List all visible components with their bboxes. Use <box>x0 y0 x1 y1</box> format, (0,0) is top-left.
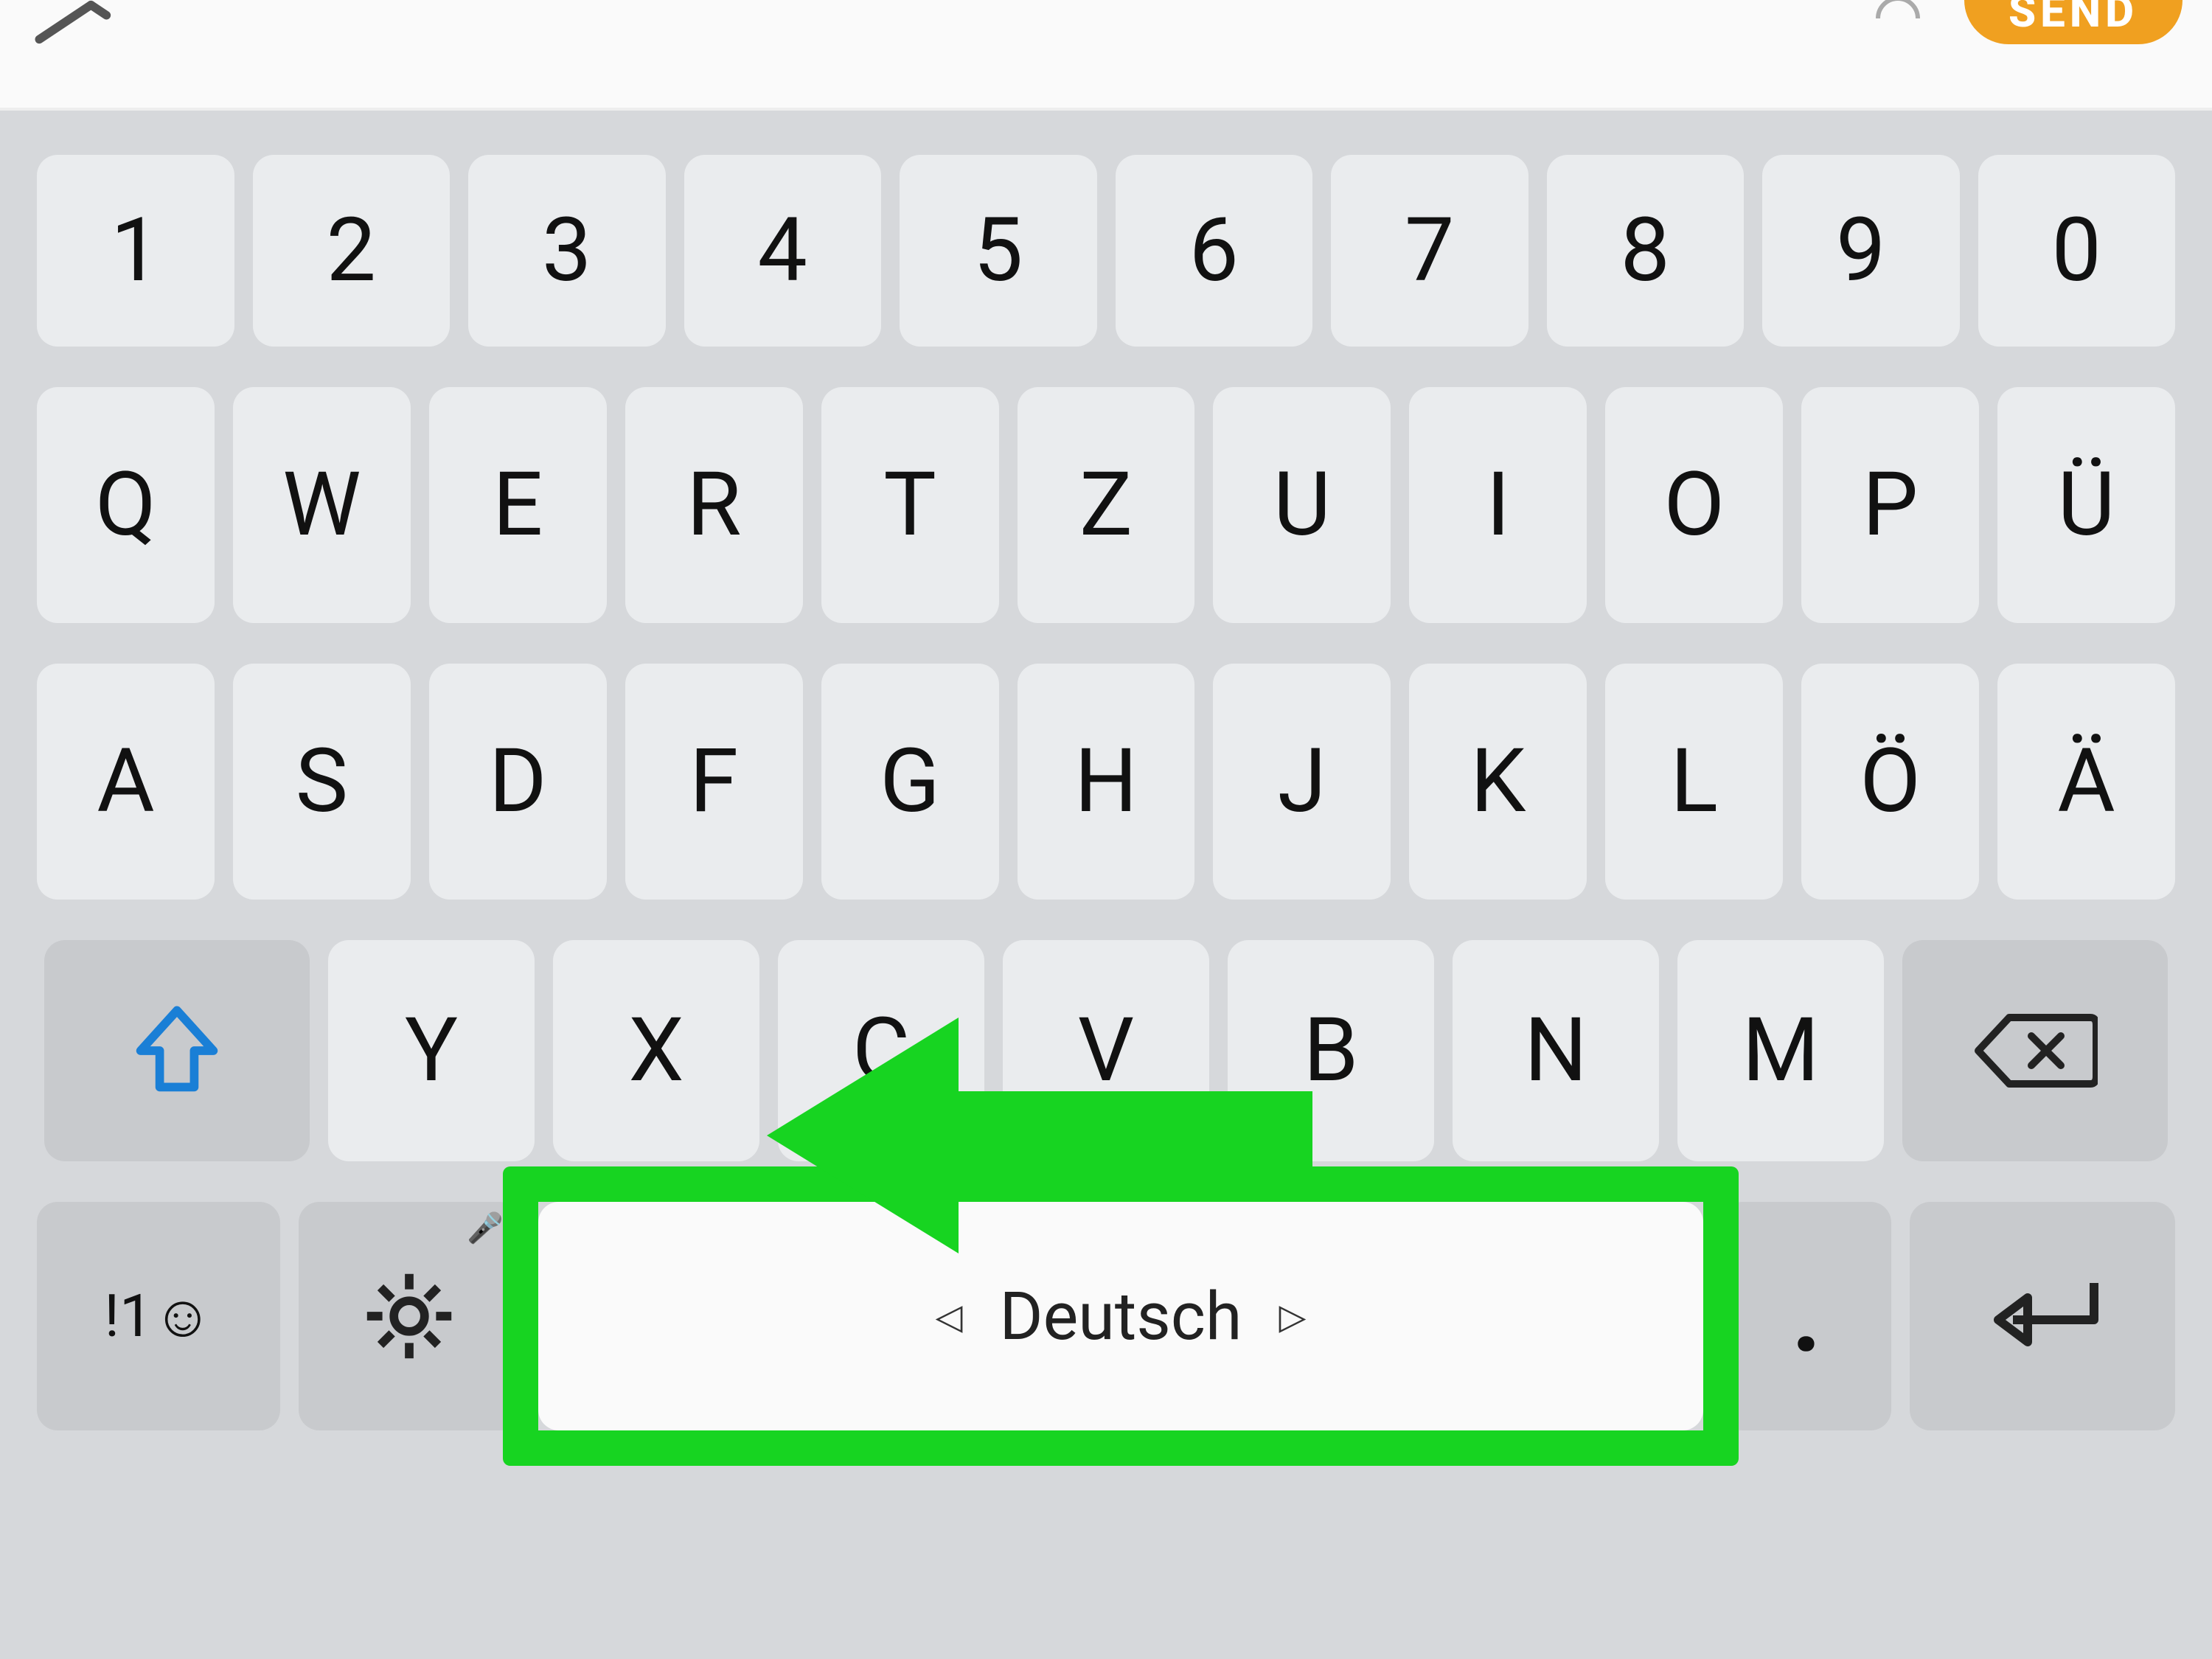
key-5[interactable]: 5 <box>900 155 1097 347</box>
compose-icon[interactable] <box>29 0 118 44</box>
backspace-key[interactable] <box>1902 940 2168 1161</box>
shift-icon <box>129 1003 225 1099</box>
language-next-icon: ▷ <box>1279 1295 1306 1338</box>
key-y[interactable]: Y <box>328 940 535 1161</box>
key-z[interactable]: Z <box>1018 387 1195 623</box>
key-o[interactable]: O <box>1605 387 1783 623</box>
keyboard-row-bottom: !1☺ 🎤 <box>37 1202 2175 1430</box>
send-label: SEND <box>2008 0 2138 38</box>
key-u[interactable]: U <box>1213 387 1391 623</box>
key-k[interactable]: K <box>1409 664 1587 900</box>
send-button[interactable]: SEND <box>1964 0 2183 44</box>
key-a[interactable]: A <box>37 664 215 900</box>
key-j[interactable]: J <box>1213 664 1391 900</box>
compose-bar: SEND <box>0 0 2212 111</box>
key-b[interactable]: B <box>1228 940 1434 1161</box>
key-p[interactable]: P <box>1801 387 1979 623</box>
key-c[interactable]: C <box>778 940 984 1161</box>
symbols-toggle-key[interactable]: !1☺ <box>37 1202 280 1430</box>
key-t[interactable]: T <box>821 387 999 623</box>
key-g[interactable]: G <box>821 664 999 900</box>
key-ue[interactable]: Ü <box>1997 387 2175 623</box>
key-7[interactable]: 7 <box>1331 155 1528 347</box>
backspace-icon <box>1972 1010 2098 1091</box>
gear-icon <box>361 1268 457 1364</box>
key-3[interactable]: 3 <box>468 155 666 347</box>
key-0[interactable]: 0 <box>1978 155 2176 347</box>
key-1[interactable]: 1 <box>37 155 234 347</box>
key-9[interactable]: 9 <box>1762 155 1960 347</box>
enter-icon <box>1976 1268 2109 1364</box>
shift-key[interactable] <box>44 940 310 1161</box>
key-v[interactable]: V <box>1003 940 1209 1161</box>
keyboard-row-lower: Y X C V B N M <box>37 940 2175 1161</box>
key-r[interactable]: R <box>625 387 803 623</box>
key-w[interactable]: W <box>233 387 411 623</box>
key-d[interactable]: D <box>429 664 607 900</box>
emoji-icon[interactable] <box>1861 0 1935 37</box>
key-2[interactable]: 2 <box>253 155 451 347</box>
mic-icon: 🎤 <box>467 1211 504 1245</box>
key-4[interactable]: 4 <box>684 155 882 347</box>
key-q[interactable]: Q <box>37 387 215 623</box>
key-m[interactable]: M <box>1677 940 1884 1161</box>
language-prev-icon: ◁ <box>936 1295 963 1338</box>
key-s[interactable]: S <box>233 664 411 900</box>
key-h[interactable]: H <box>1018 664 1195 900</box>
keyboard-row-home: A S D F G H J K L Ö Ä <box>37 664 2175 900</box>
key-f[interactable]: F <box>625 664 803 900</box>
virtual-keyboard: 1 2 3 4 5 6 7 8 9 0 Q W E R T Z U I O P … <box>0 111 2212 1659</box>
spacebar-language-switcher[interactable]: ◁ Deutsch ▷ <box>538 1202 1703 1430</box>
key-6[interactable]: 6 <box>1116 155 1313 347</box>
key-oe[interactable]: Ö <box>1801 664 1979 900</box>
period-key[interactable]: . <box>1722 1202 1891 1430</box>
keyboard-row-top: Q W E R T Z U I O P Ü <box>37 387 2175 623</box>
symbols-label: !1☺ <box>104 1281 212 1351</box>
key-8[interactable]: 8 <box>1547 155 1745 347</box>
keyboard-row-numbers: 1 2 3 4 5 6 7 8 9 0 <box>37 155 2175 347</box>
key-n[interactable]: N <box>1453 940 1659 1161</box>
spacebar-language-label: Deutsch <box>1000 1278 1242 1355</box>
key-x[interactable]: X <box>553 940 759 1161</box>
key-i[interactable]: I <box>1409 387 1587 623</box>
key-ae[interactable]: Ä <box>1997 664 2175 900</box>
settings-key[interactable]: 🎤 <box>299 1202 520 1430</box>
key-l[interactable]: L <box>1605 664 1783 900</box>
enter-key[interactable] <box>1910 1202 2175 1430</box>
key-e[interactable]: E <box>429 387 607 623</box>
